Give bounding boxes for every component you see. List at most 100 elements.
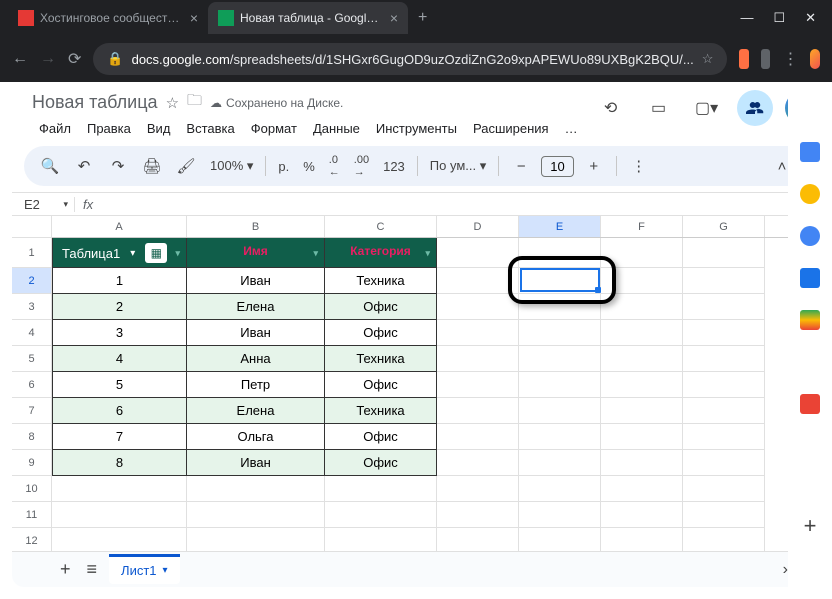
cell[interactable]: Офис	[325, 372, 437, 398]
cell[interactable]	[683, 476, 765, 502]
move-icon[interactable]: 🗀	[187, 90, 202, 115]
comments-button[interactable]: ▭	[641, 90, 677, 126]
reload-button[interactable]: ⟳	[68, 49, 81, 69]
cell[interactable]: Офис	[325, 320, 437, 346]
cell[interactable]: Ольга	[187, 424, 325, 450]
cell[interactable]	[683, 372, 765, 398]
cell[interactable]	[519, 346, 601, 372]
cell[interactable]: Техника	[325, 346, 437, 372]
share-button[interactable]	[737, 90, 773, 126]
cell[interactable]	[519, 450, 601, 476]
new-tab-button[interactable]: +	[408, 5, 437, 31]
back-button[interactable]: ←	[12, 50, 28, 68]
cell[interactable]: 4	[52, 346, 187, 372]
table-header-name[interactable]: Имя▾	[187, 238, 325, 268]
cell[interactable]	[683, 346, 765, 372]
cell[interactable]: Офис	[325, 294, 437, 320]
profile-avatar[interactable]	[810, 49, 820, 69]
cell[interactable]	[601, 320, 683, 346]
cell[interactable]	[437, 424, 519, 450]
cell[interactable]	[519, 398, 601, 424]
row-header[interactable]: 5	[12, 346, 52, 372]
menu-view[interactable]: Вид	[140, 117, 178, 140]
menu-edit[interactable]: Правка	[80, 117, 138, 140]
cell[interactable]	[519, 424, 601, 450]
cell[interactable]	[437, 320, 519, 346]
cell[interactable]: 5	[52, 372, 187, 398]
cell[interactable]	[52, 502, 187, 528]
percent-button[interactable]: %	[299, 159, 319, 174]
browser-tab-active[interactable]: Новая таблица - Google Табли... ×	[208, 2, 408, 34]
print-button[interactable]: 🖨	[138, 152, 166, 180]
get-addons-button[interactable]: +	[804, 513, 817, 539]
calendar-icon[interactable]	[800, 142, 820, 162]
row-header[interactable]: 10	[12, 476, 52, 502]
increase-font-button[interactable]: +	[580, 152, 608, 180]
zoom-selector[interactable]: 100% ▾	[206, 158, 257, 174]
close-window-icon[interactable]: ✕	[805, 10, 816, 26]
cell[interactable]: Иван	[187, 320, 325, 346]
cell[interactable]	[601, 502, 683, 528]
cell[interactable]	[437, 476, 519, 502]
cell[interactable]: 7	[52, 424, 187, 450]
row-header[interactable]: 7	[12, 398, 52, 424]
cell[interactable]	[683, 320, 765, 346]
maps-icon[interactable]	[800, 310, 820, 330]
currency-button[interactable]: р.	[274, 159, 293, 174]
row-header[interactable]: 4	[12, 320, 52, 346]
cell[interactable]	[437, 502, 519, 528]
row-header[interactable]: 11	[12, 502, 52, 528]
addon-icon[interactable]	[800, 394, 820, 414]
row-header[interactable]: 8	[12, 424, 52, 450]
cell[interactable]	[683, 398, 765, 424]
menu-tools[interactable]: Инструменты	[369, 117, 464, 140]
star-icon[interactable]: ☆	[166, 94, 179, 112]
cell[interactable]	[52, 476, 187, 502]
cell[interactable]: Техника	[325, 398, 437, 424]
meet-button[interactable]: ▢▾	[689, 90, 725, 126]
redo-button[interactable]: ↷	[104, 152, 132, 180]
sheet-tab-active[interactable]: Лист1 ▾	[109, 554, 180, 584]
contacts-icon[interactable]	[800, 268, 820, 288]
saved-status[interactable]: ☁Сохранено на Диске.	[210, 96, 343, 110]
cell[interactable]: 6	[52, 398, 187, 424]
number-format-button[interactable]: 123	[379, 159, 409, 174]
table-chip[interactable]: Таблица1 ▾ ▦	[54, 239, 175, 267]
cell[interactable]: 8	[52, 450, 187, 476]
add-sheet-button[interactable]: +	[56, 555, 75, 584]
browser-tab-inactive[interactable]: Хостинговое сообщество «Tin ×	[8, 2, 208, 34]
cell[interactable]	[437, 268, 519, 294]
history-button[interactable]: ⟲	[593, 90, 629, 126]
all-sheets-button[interactable]: ≡	[83, 555, 102, 584]
cell[interactable]	[325, 502, 437, 528]
cell[interactable]	[437, 294, 519, 320]
undo-button[interactable]: ↶	[70, 152, 98, 180]
cell[interactable]	[519, 476, 601, 502]
menu-data[interactable]: Данные	[306, 117, 367, 140]
cell[interactable]	[187, 502, 325, 528]
minimize-icon[interactable]: —	[740, 10, 753, 26]
cell[interactable]	[601, 424, 683, 450]
table-header-category[interactable]: Категория▾	[325, 238, 437, 268]
cell[interactable]	[683, 294, 765, 320]
cell[interactable]	[187, 476, 325, 502]
decrease-decimal-button[interactable]: .0←	[325, 154, 344, 178]
cell[interactable]	[601, 398, 683, 424]
cell[interactable]	[601, 346, 683, 372]
menu-file[interactable]: Файл	[32, 117, 78, 140]
row-header[interactable]: 1	[12, 238, 52, 268]
cell[interactable]: Техника	[325, 268, 437, 294]
close-icon[interactable]: ×	[190, 10, 198, 26]
cell[interactable]: Офис	[325, 424, 437, 450]
font-size-input[interactable]: 10	[541, 156, 573, 177]
cell[interactable]: Елена	[187, 294, 325, 320]
font-selector[interactable]: По ум... ▾	[426, 158, 490, 174]
sheet-menu-icon[interactable]: ▾	[163, 565, 168, 576]
cell[interactable]: 1	[52, 268, 187, 294]
address-bar[interactable]: 🔒 docs.google.com/spreadsheets/d/1SHGxr6…	[93, 43, 727, 75]
keep-icon[interactable]	[800, 184, 820, 204]
cell[interactable]	[683, 502, 765, 528]
more-tools-button[interactable]: ⋮	[625, 152, 653, 180]
cell[interactable]	[683, 268, 765, 294]
cell[interactable]	[437, 398, 519, 424]
